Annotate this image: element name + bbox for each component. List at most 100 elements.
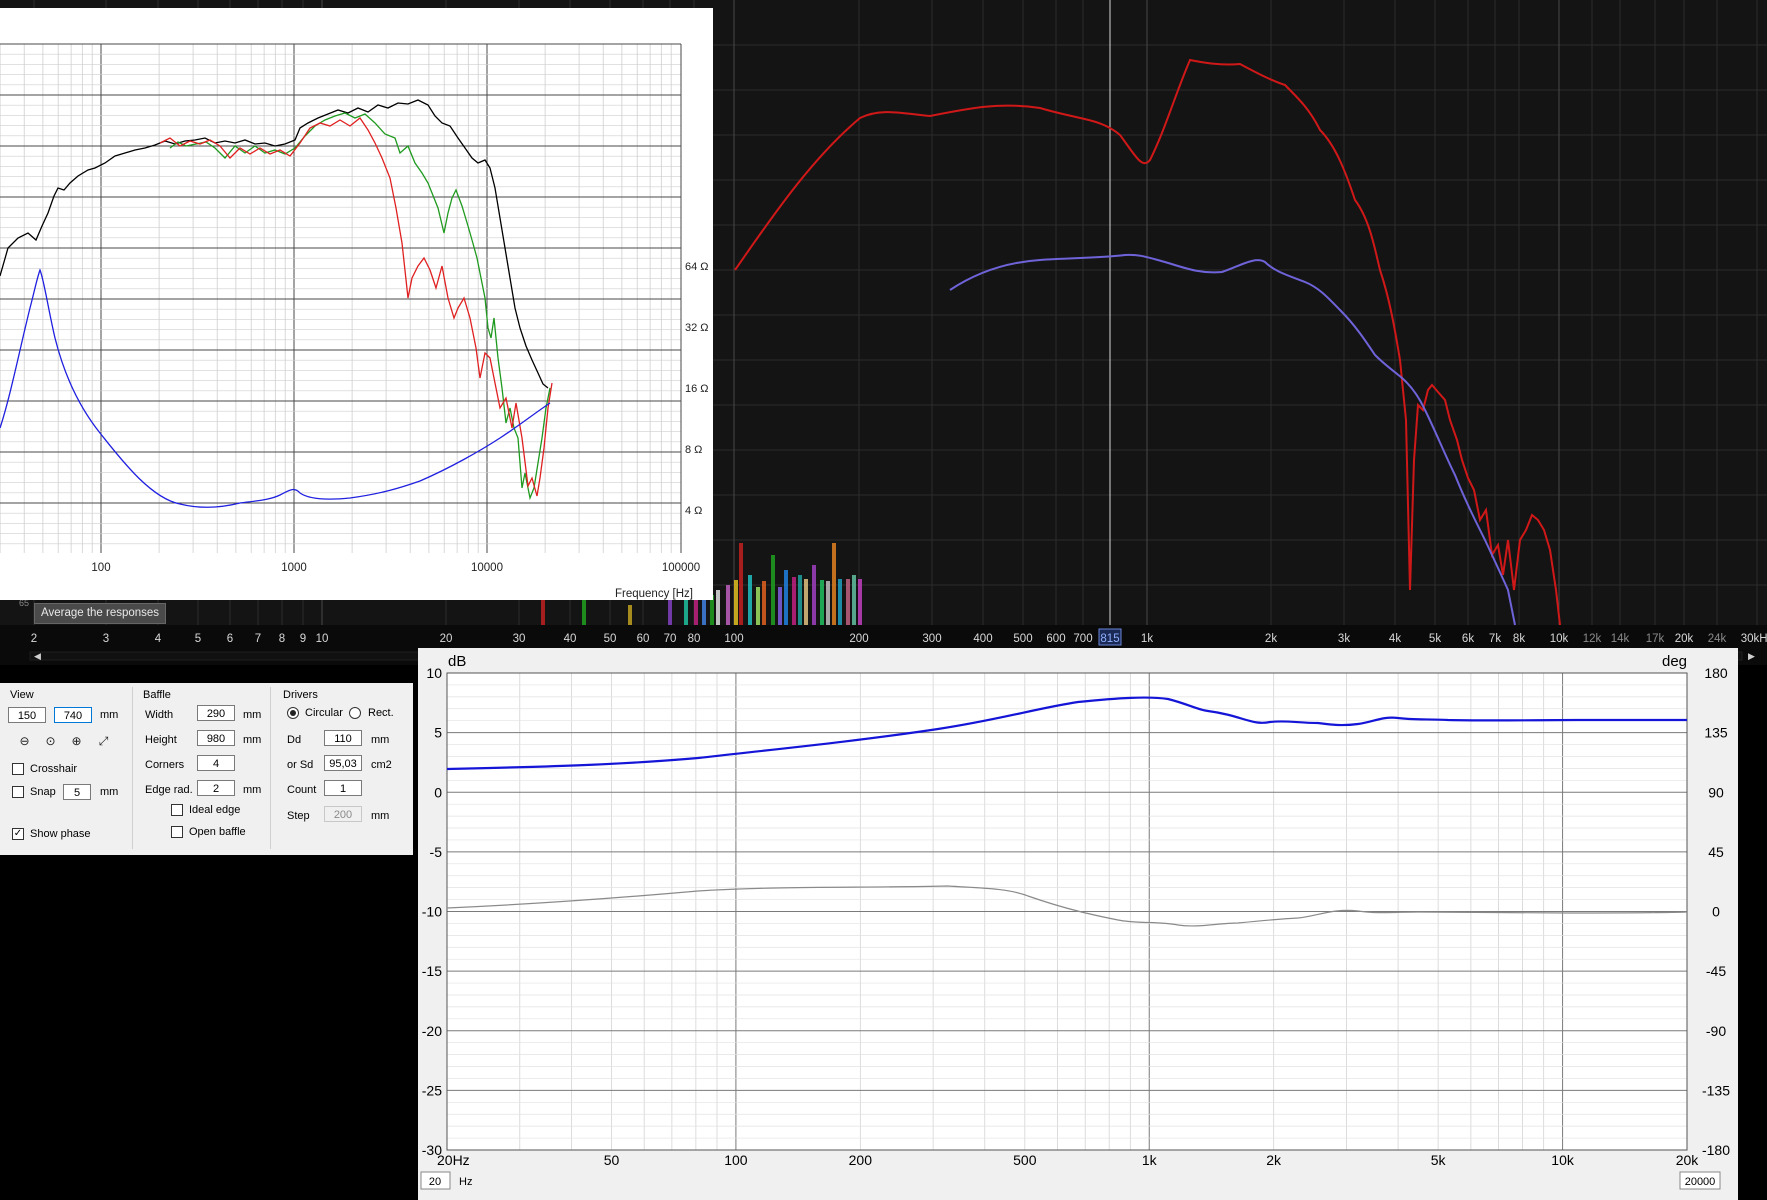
x-tick-label: 200 <box>849 1152 873 1168</box>
x-tick-label: 14k <box>1611 633 1630 645</box>
y-left-tick: -15 <box>422 963 442 979</box>
view-max-field[interactable]: 740 <box>54 707 92 723</box>
impedance-tick-label: 32 Ω <box>685 322 709 334</box>
dd-unit: mm <box>371 734 390 746</box>
zoom-fit-icon[interactable]: ⊙ <box>42 733 59 750</box>
circular-radio[interactable] <box>287 707 299 719</box>
impedance-tick-label: 8 Ω <box>685 444 702 456</box>
x-tick-label: 5 <box>195 633 201 645</box>
scroll-right-icon[interactable]: ▶ <box>1748 651 1755 661</box>
histogram-bar <box>846 579 850 625</box>
baffle-height-field[interactable]: 980 <box>197 730 235 746</box>
fullscreen-icon[interactable]: ⤢ <box>95 733 112 750</box>
circular-label: Circular <box>305 707 343 719</box>
scroll-left-icon[interactable]: ◀ <box>34 651 41 661</box>
spl-impedance-plot[interactable]: 100 1000 10000 100000 Frequency [Hz] 64 Ω 32… <box>0 8 713 600</box>
open-baffle-checkbox[interactable] <box>171 826 183 838</box>
baffle-height-unit: mm <box>243 734 262 746</box>
impedance-tick-label: 16 Ω <box>685 383 709 395</box>
step-field[interactable]: 200 <box>324 806 362 822</box>
rect-label: Rect. <box>368 707 394 719</box>
x-tick-label: 600 <box>1046 633 1065 645</box>
x-tick-label: 9 <box>300 633 306 645</box>
drivers-group-label: Drivers <box>283 689 318 701</box>
count-field[interactable]: 1 <box>324 780 362 796</box>
x-tick-label: 815 <box>1100 633 1119 645</box>
histogram-bar <box>771 555 775 625</box>
x-tick-label: 60 <box>637 633 650 645</box>
x-tick-label: 300 <box>922 633 941 645</box>
crosshair-checkbox[interactable] <box>12 763 24 775</box>
x-tick-label: 10k <box>1550 633 1569 645</box>
histogram-bar <box>726 585 730 625</box>
min-hz-value: 20 <box>429 1176 441 1188</box>
y-right-tick: 90 <box>1708 784 1724 800</box>
histogram-bar <box>582 600 586 625</box>
x-tick-label: 5k <box>1431 1152 1447 1168</box>
edge-radius-unit: mm <box>243 784 262 796</box>
average-responses-button[interactable]: Average the responses <box>34 603 167 624</box>
spl-plot-background <box>0 8 713 600</box>
histogram-bar <box>762 581 766 625</box>
max-hz-value: 20000 <box>1685 1176 1716 1188</box>
impedance-tick-label: 64 Ω <box>685 261 709 273</box>
dd-field[interactable]: 110 <box>324 730 362 746</box>
x-tick-label: 10k <box>1551 1152 1575 1168</box>
sd-field[interactable]: 95,03 <box>324 755 362 771</box>
ideal-edge-checkbox[interactable] <box>171 804 183 816</box>
histogram-bar <box>628 605 632 625</box>
x-tick-label: 2 <box>31 633 37 645</box>
rect-radio[interactable] <box>349 707 361 719</box>
y-left-tick: 10 <box>426 665 442 681</box>
x-tick-label: 7k <box>1489 633 1501 645</box>
histogram-bar <box>748 575 752 625</box>
x-tick-label: 20 <box>440 633 453 645</box>
snap-unit-label: mm <box>100 786 119 798</box>
zoom-out-icon[interactable]: ⊖ <box>16 733 33 750</box>
ideal-edge-label: Ideal edge <box>189 804 241 816</box>
view-min-field[interactable]: 150 <box>8 707 46 723</box>
x-tick-label: 10000 <box>471 562 503 574</box>
x-tick-label: 500 <box>1013 633 1032 645</box>
show-phase-checkbox[interactable]: ✓ <box>12 828 24 840</box>
view-unit-label: mm <box>100 709 119 721</box>
edge-radius-field[interactable]: 2 <box>197 780 235 796</box>
snap-value-field[interactable]: 5 <box>63 784 91 800</box>
y-right-tick: 45 <box>1708 844 1724 860</box>
y-right-tick: -45 <box>1706 963 1726 979</box>
snap-label: Snap <box>30 786 56 798</box>
x-tick-label: 20Hz <box>437 1152 470 1168</box>
histogram-bar <box>826 581 830 625</box>
x-tick-label: 70 <box>664 633 677 645</box>
y-right-tick: 180 <box>1704 665 1728 681</box>
snap-checkbox[interactable] <box>12 786 24 798</box>
x-tick-label: 2k <box>1265 633 1277 645</box>
crosshair-label: Crosshair <box>30 763 78 775</box>
x-tick-label: 24k <box>1708 633 1727 645</box>
x-tick-label: 12k <box>1583 633 1602 645</box>
histogram-bar <box>756 587 760 625</box>
x-tick-label: 50 <box>604 1152 620 1168</box>
x-tick-label: 100 <box>724 1152 748 1168</box>
impedance-tick-label: 4 Ω <box>685 505 702 517</box>
x-tick-label: 1k <box>1142 1152 1158 1168</box>
baffle-height-label: Height <box>145 734 177 746</box>
edge-radius-label: Edge rad. <box>145 784 193 796</box>
x-tick-label: 4k <box>1389 633 1401 645</box>
histogram-bar <box>778 587 782 625</box>
x-tick-label: 1k <box>1141 633 1153 645</box>
x-tick-label: 200 <box>849 633 868 645</box>
x-tick-label: 8k <box>1513 633 1525 645</box>
y-left-tick: -10 <box>422 904 442 920</box>
baffle-corners-field[interactable]: 4 <box>197 755 235 771</box>
baffle-width-field[interactable]: 290 <box>197 705 235 721</box>
open-baffle-label: Open baffle <box>189 826 246 838</box>
zoom-in-icon[interactable]: ⊕ <box>68 733 85 750</box>
x-tick-label: 100 <box>91 562 110 574</box>
histogram-bar <box>734 580 738 625</box>
x-tick-label: 30kHz <box>1741 633 1767 645</box>
diffraction-chart[interactable]: dB deg 1050-5-10-15-20-25-30 18013590450… <box>418 648 1738 1200</box>
y-left-tick: 5 <box>434 725 442 741</box>
histogram-bar <box>820 580 824 625</box>
step-unit: mm <box>371 810 390 822</box>
